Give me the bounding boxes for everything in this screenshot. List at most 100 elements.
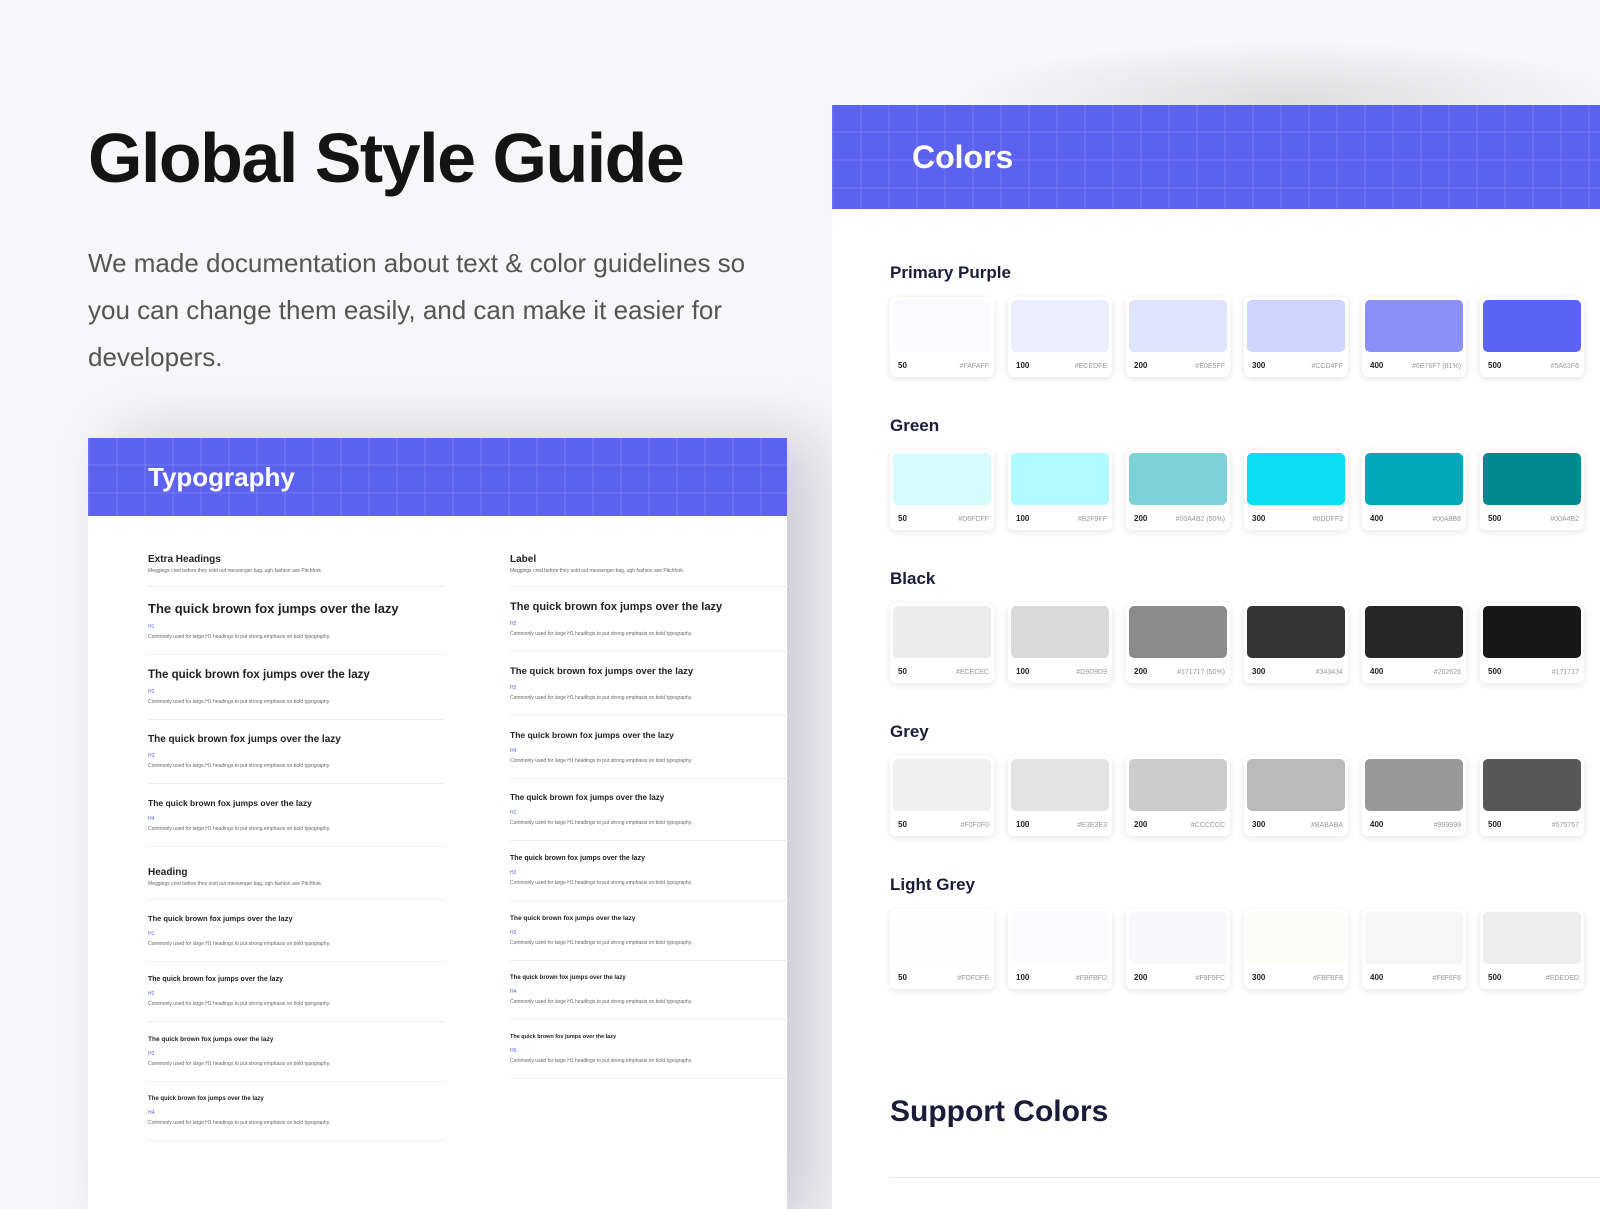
color-swatch-hex: #F9F9FC — [1195, 975, 1225, 982]
typography-sample-item: The quick brown fox jumps over the lazy H… — [148, 962, 444, 1022]
color-swatch: 50 #ECECEC — [890, 603, 994, 683]
color-swatch-hex: #E3E3E3 — [1077, 822, 1107, 829]
typography-sample-item: The quick brown fox jumps over the lazy H… — [510, 716, 788, 779]
color-swatch-hex: #999999 — [1433, 822, 1461, 829]
color-swatch-level: 50 — [898, 973, 907, 982]
color-swatch: 50 #FAFAFF — [890, 297, 994, 377]
color-swatch: 400 #6E76F7 (81%) — [1362, 297, 1466, 377]
page-title: Global Style Guide — [88, 119, 685, 197]
typography-sample-item: The quick brown fox jumps over the lazy H… — [148, 720, 444, 784]
typography-section-title: Label — [510, 554, 537, 565]
color-swatch-hex: #FBFBFD — [1075, 975, 1107, 982]
color-swatch-chip — [893, 453, 991, 505]
typography-sample-note: Commonly used for large H1 headings to p… — [510, 695, 693, 701]
color-swatch-chip — [1129, 759, 1227, 811]
typography-banner-title: Typography — [148, 461, 295, 492]
colors-banner: Colors — [832, 105, 1600, 209]
color-swatch-chip — [1129, 453, 1227, 505]
typography-section: Extra Headings Meggings cred before they … — [148, 554, 444, 847]
typography-sample-tag: H4 — [148, 816, 155, 822]
color-swatch-chip — [1011, 300, 1109, 352]
color-swatch-level: 400 — [1370, 667, 1384, 676]
color-swatch-hex: #171717 (50%) — [1177, 669, 1225, 676]
typography-sample-text: The quick brown fox jumps over the lazy — [148, 734, 341, 745]
color-swatch-level: 200 — [1134, 820, 1148, 829]
color-swatch-level: 100 — [1016, 820, 1030, 829]
color-swatch-level: 200 — [1134, 514, 1148, 523]
typography-sample-note: Commonly used for large H1 headings to p… — [510, 1058, 693, 1064]
color-swatch-hex: #FAFAFF — [959, 363, 989, 370]
typography-sample-note: Commonly used for large H1 headings to p… — [510, 631, 693, 637]
typography-column-right: Label Meggings cred before they sold out … — [510, 548, 788, 1079]
color-swatch-hex: #D6FCFF — [958, 516, 989, 523]
color-swatch-level: 50 — [898, 361, 907, 370]
color-swatch-chip — [893, 912, 991, 964]
color-swatch-hex: #E0E5FF — [1195, 363, 1225, 370]
color-swatch-hex: #ECECEC — [955, 669, 989, 676]
color-swatch-hex: #171717 — [1551, 669, 1579, 676]
color-swatch-level: 400 — [1370, 973, 1384, 982]
color-swatch-level: 100 — [1016, 973, 1030, 982]
color-swatch: 50 #D6FCFF — [890, 450, 994, 530]
typography-sample-item: The quick brown fox jumps over the lazy H… — [510, 779, 788, 841]
color-swatch-level: 50 — [898, 667, 907, 676]
color-swatch-chip — [1129, 300, 1227, 352]
color-swatch-level: 500 — [1488, 973, 1502, 982]
color-swatch-chip — [1129, 912, 1227, 964]
typography-sample-tag: H1 — [510, 810, 517, 816]
color-swatch-hex: #CCCCCC — [1190, 822, 1225, 829]
typography-sample-note: Commonly used for large H1 headings to p… — [148, 1120, 331, 1126]
color-group: Green 50 #D6FCFF 100 #B2F9FF 200 #00A4B2 (50%)… — [890, 416, 1584, 530]
typography-sample-text: The quick brown fox jumps over the lazy — [510, 793, 665, 802]
color-swatch-hex: #B2F9FF — [1077, 516, 1107, 523]
typography-sample-item: The quick brown fox jumps over the lazy H… — [148, 655, 444, 720]
typography-sample-text: The quick brown fox jumps over the lazy — [510, 915, 636, 922]
color-swatch-chip — [1365, 300, 1463, 352]
color-swatch-hex: #00A4B2 (50%) — [1175, 516, 1225, 523]
color-swatch: 300 #CCD4FF — [1244, 297, 1348, 377]
color-swatch-row: 50 #F0F0F0 100 #E3E3E3 200 #CCCCCC 300 #BABABA 4… — [890, 756, 1584, 836]
typography-column-left: Extra Headings Meggings cred before they … — [148, 548, 444, 1141]
color-swatch: 400 #999999 — [1362, 756, 1466, 836]
color-swatch: 300 #FBFBF8 — [1244, 909, 1348, 989]
typography-sample-tag: H4 — [510, 748, 517, 754]
color-swatch-hex: #00A8B8 — [1432, 516, 1461, 523]
typography-sample-note: Commonly used for large H1 headings to p… — [148, 1061, 331, 1067]
color-swatch-chip — [1247, 453, 1345, 505]
color-swatch-level: 200 — [1134, 667, 1148, 676]
color-swatch-level: 50 — [898, 514, 907, 523]
color-group-title: Primary Purple — [890, 263, 1011, 282]
color-swatch: 50 #FDFDFE — [890, 909, 994, 989]
color-swatch-level: 400 — [1370, 820, 1384, 829]
typography-sample-item: The quick brown fox jumps over the lazy H… — [148, 1022, 444, 1082]
typography-sample-tag: H3 — [510, 685, 517, 691]
color-swatch-hex: #343434 — [1315, 669, 1343, 676]
color-swatch-chip — [1483, 912, 1581, 964]
color-group-title: Grey — [890, 722, 929, 741]
typography-sample-item: The quick brown fox jumps over the lazy H… — [148, 784, 444, 847]
color-swatch: 200 #CCCCCC — [1126, 756, 1230, 836]
color-swatch-chip — [1247, 300, 1345, 352]
typography-section-subtitle: Meggings cred before they sold out messe… — [148, 881, 444, 900]
color-swatch: 400 #00A8B8 — [1362, 450, 1466, 530]
typography-sample-text: The quick brown fox jumps over the lazy — [148, 669, 370, 681]
typography-sample-note: Commonly used for large H1 headings to p… — [510, 999, 693, 1005]
color-swatch-level: 100 — [1016, 667, 1030, 676]
color-swatch-level: 500 — [1488, 667, 1502, 676]
color-swatch-level: 500 — [1488, 820, 1502, 829]
typography-sample-tag: H1 — [148, 931, 155, 937]
typography-sample-text: The quick brown fox jumps over the lazy — [510, 730, 674, 740]
color-swatch-chip — [1011, 759, 1109, 811]
color-swatch: 100 #FBFBFD — [1008, 909, 1112, 989]
typography-sample-text: The quick brown fox jumps over the lazy — [148, 1096, 264, 1102]
color-swatch-level: 400 — [1370, 514, 1384, 523]
typography-sample-item: The quick brown fox jumps over the lazy H… — [148, 587, 444, 655]
color-swatch-hex: #575757 — [1551, 822, 1579, 829]
typography-sample-item: The quick brown fox jumps over the lazy H… — [510, 961, 788, 1020]
typography-section: Heading Meggings cred before they sold ou… — [148, 867, 444, 1141]
color-swatch-hex: #5A63F6 — [1550, 363, 1579, 370]
typography-sample-tag: H3 — [148, 753, 155, 759]
typography-section-title: Heading — [148, 867, 188, 878]
color-group: Black 50 #ECECEC 100 #D9D9D9 200 #171717 (50%)… — [890, 569, 1584, 683]
typography-panel: Typography Extra Headings Meggings cred b… — [88, 438, 788, 1209]
